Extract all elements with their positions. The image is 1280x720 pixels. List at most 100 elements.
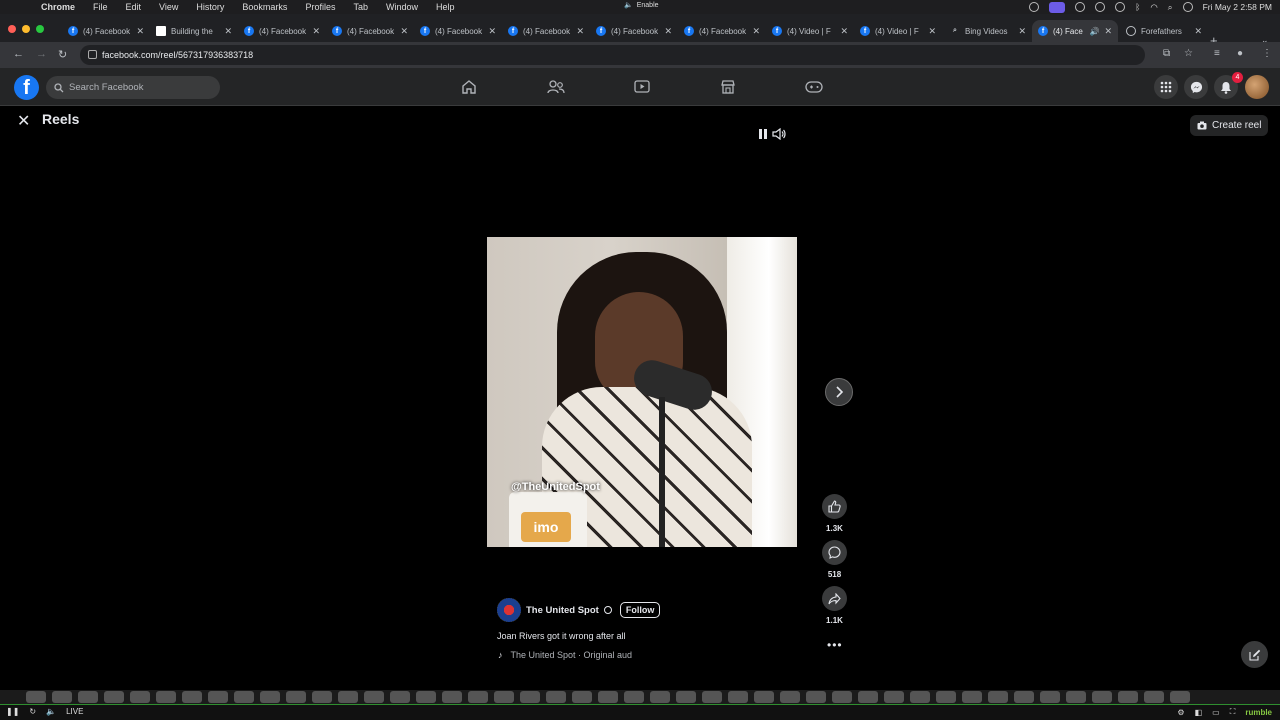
- dock-app-icon[interactable]: [780, 691, 800, 703]
- menu-grid-icon[interactable]: [1154, 75, 1178, 99]
- menu-tab[interactable]: Tab: [344, 2, 377, 12]
- replay-icon[interactable]: ↻: [29, 707, 36, 716]
- video-icon[interactable]: [632, 77, 652, 97]
- dock-app-icon[interactable]: [442, 691, 462, 703]
- speaker-icon[interactable]: 🔊: [1089, 27, 1099, 36]
- close-icon[interactable]: ✕: [312, 26, 320, 37]
- dock-app-icon[interactable]: [806, 691, 826, 703]
- dock-app-icon[interactable]: [520, 691, 540, 703]
- comment-action[interactable]: 518: [820, 540, 849, 579]
- gaming-icon[interactable]: [804, 77, 824, 97]
- dock-app-icon[interactable]: [754, 691, 774, 703]
- dock-app-icon[interactable]: [884, 691, 904, 703]
- menu-history[interactable]: History: [187, 2, 233, 12]
- url-text[interactable]: facebook.com/reel/567317936383718: [102, 50, 253, 60]
- speaker-icon[interactable]: [772, 128, 786, 140]
- search-icon[interactable]: ⌕: [1168, 2, 1173, 13]
- dock-app-icon[interactable]: [546, 691, 566, 703]
- tab[interactable]: f (4) Facebook ✕: [238, 20, 326, 42]
- tab[interactable]: f (4) Facebook ✕: [414, 20, 502, 42]
- friends-icon[interactable]: [546, 77, 566, 97]
- follow-button[interactable]: Follow: [619, 602, 661, 618]
- tab[interactable]: f (4) Video | F ✕: [854, 20, 942, 42]
- back-icon[interactable]: ←: [13, 48, 24, 60]
- close-icon[interactable]: ✕: [928, 26, 936, 37]
- screen-share-icon[interactable]: [1049, 1, 1066, 13]
- dock-app-icon[interactable]: [468, 691, 488, 703]
- close-icon[interactable]: ✕: [664, 26, 672, 37]
- close-window-icon[interactable]: [8, 25, 16, 33]
- dock-app-icon[interactable]: [286, 691, 306, 703]
- status-icon[interactable]: [1029, 2, 1040, 12]
- menu-app[interactable]: Chrome: [32, 2, 84, 12]
- install-icon[interactable]: ⧉: [1163, 48, 1170, 59]
- dock-app-icon[interactable]: [1092, 691, 1112, 703]
- next-reel-button[interactable]: [825, 378, 853, 406]
- control-center-icon[interactable]: [1182, 2, 1193, 12]
- dock-app-icon[interactable]: [702, 691, 722, 703]
- facebook-logo-icon[interactable]: f: [14, 75, 39, 100]
- menu-view[interactable]: View: [150, 2, 187, 12]
- dock-app-icon[interactable]: [416, 691, 436, 703]
- dock-app-icon[interactable]: [1144, 691, 1164, 703]
- close-icon[interactable]: ✕: [488, 26, 496, 37]
- waveform-icon[interactable]: [1095, 2, 1106, 12]
- dock-app-icon[interactable]: [494, 691, 514, 703]
- forward-icon[interactable]: →: [36, 48, 47, 60]
- share-action[interactable]: 1.1K: [820, 586, 849, 625]
- dock-app-icon[interactable]: [572, 691, 592, 703]
- menu-window[interactable]: Window: [377, 2, 427, 12]
- dock-app-icon[interactable]: [962, 691, 982, 703]
- marketplace-icon[interactable]: [718, 77, 738, 97]
- minimize-window-icon[interactable]: [22, 25, 30, 33]
- dock-app-icon[interactable]: [598, 691, 618, 703]
- dock-app-icon[interactable]: [182, 691, 202, 703]
- share-button[interactable]: [822, 586, 847, 611]
- audio-credit[interactable]: ♪ The United Spot · Original aud: [498, 650, 632, 660]
- close-icon[interactable]: ✕: [1104, 26, 1112, 37]
- dock-app-icon[interactable]: [624, 691, 644, 703]
- tab[interactable]: f (4) Facebook ✕: [590, 20, 678, 42]
- dock-app-icon[interactable]: [832, 691, 852, 703]
- close-icon[interactable]: ✕: [17, 111, 30, 131]
- dock-app-icon[interactable]: [1170, 691, 1190, 703]
- author-avatar[interactable]: [497, 598, 521, 622]
- theater-icon[interactable]: ▭: [1212, 708, 1220, 717]
- fullscreen-icon[interactable]: ⛶: [1230, 707, 1236, 717]
- home-icon[interactable]: [459, 77, 479, 97]
- dock-app-icon[interactable]: [390, 691, 410, 703]
- dock-app-icon[interactable]: [208, 691, 228, 703]
- bluetooth-icon[interactable]: ᛒ: [1135, 2, 1140, 12]
- dock-app-icon[interactable]: [988, 691, 1008, 703]
- address-bar[interactable]: facebook.com/reel/567317936383718: [80, 45, 1145, 65]
- tab[interactable]: f (4) Facebook ✕: [326, 20, 414, 42]
- tab[interactable]: f (4) Facebook ✕: [678, 20, 766, 42]
- new-message-button[interactable]: [1241, 641, 1268, 668]
- create-reel-button[interactable]: Create reel: [1190, 115, 1269, 136]
- dock-app-icon[interactable]: [364, 691, 384, 703]
- reload-icon[interactable]: ↻: [58, 48, 67, 61]
- tab[interactable]: Building the ✕: [150, 20, 238, 42]
- close-icon[interactable]: ✕: [1194, 26, 1202, 37]
- dock-app-icon[interactable]: [52, 691, 72, 703]
- settings-gear-icon[interactable]: ⚙: [1177, 708, 1184, 717]
- like-action[interactable]: 1.3K: [820, 494, 849, 533]
- rumble-logo[interactable]: rumble: [1245, 708, 1272, 717]
- dock-app-icon[interactable]: [1118, 691, 1138, 703]
- reel-video[interactable]: imo @TheUnitedSpot: [487, 237, 797, 547]
- zoom-window-icon[interactable]: [36, 25, 44, 33]
- dock-app-icon[interactable]: [1040, 691, 1060, 703]
- tab[interactable]: Forefathers ✕: [1120, 20, 1208, 42]
- like-button[interactable]: [822, 494, 847, 519]
- close-icon[interactable]: ✕: [400, 26, 408, 37]
- dock-app-icon[interactable]: [650, 691, 670, 703]
- bookmark-star-icon[interactable]: ☆: [1184, 48, 1193, 59]
- tab[interactable]: f (4) Facebook ✕: [62, 20, 150, 42]
- tab[interactable]: ⌕ Bing Videos ✕: [944, 20, 1032, 42]
- profile-icon[interactable]: ●: [1237, 48, 1243, 59]
- menu-profiles[interactable]: Profiles: [296, 2, 344, 12]
- messenger-icon[interactable]: [1184, 75, 1208, 99]
- tab-active[interactable]: f (4) Face 🔊 ✕: [1032, 20, 1118, 42]
- dock-app-icon[interactable]: [1066, 691, 1086, 703]
- search-input[interactable]: [69, 82, 209, 93]
